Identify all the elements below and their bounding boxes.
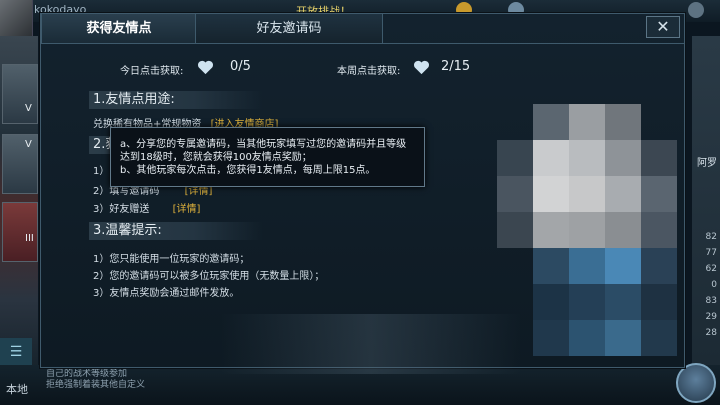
ship-card[interactable]: V (2, 64, 38, 124)
usage-section-title: 1.友情点用途: (89, 91, 263, 109)
week-clicks-label: 本周点击获取: (337, 66, 401, 77)
obtain-item-prefix: 1） (93, 166, 110, 177)
gift-details-link[interactable]: [详情] (173, 204, 201, 215)
ship-card-rank: V (25, 103, 32, 114)
chat-preview[interactable]: 自己的战术等级参加 拒绝强制着装其他自定义 (46, 369, 145, 391)
ship-silhouette (221, 314, 521, 374)
tips-section-title: 3.温馨提示: (89, 222, 263, 240)
ship-card[interactable]: III (2, 202, 38, 262)
character-portrait (497, 104, 713, 360)
heart-icon (198, 60, 213, 75)
tip-line: 2）您的邀请码可以被多位玩家使用（无数量上限）； (93, 271, 325, 282)
tab-get-friendship-points[interactable]: 获得友情点 (41, 14, 197, 44)
tab-friend-invite-code[interactable]: 好友邀请码 (195, 14, 383, 44)
tooltip-line: b、其他玩家每次点击，您获得1友情点，每周上限15点。 (120, 165, 376, 176)
player-avatar[interactable] (0, 0, 33, 36)
obtain-item: 3）好友赠送 [详情] (93, 200, 200, 215)
obtain-item-text: 好友赠送 (109, 204, 150, 215)
secretary-avatar[interactable] (676, 363, 716, 403)
anchor-icon[interactable] (688, 2, 704, 18)
ship-card-rank: III (25, 233, 34, 244)
list-icon[interactable]: ☰ (0, 338, 32, 366)
heart-icon (414, 60, 429, 75)
invite-code-details-link[interactable]: [详情] (185, 186, 213, 197)
left-fleet-panel: V V III (0, 36, 38, 366)
obtain-item-prefix: 2） (93, 186, 110, 197)
location-label: 本地 (6, 383, 28, 396)
week-clicks-value: 2/15 (441, 59, 471, 74)
ship-card-rank: V (25, 139, 32, 150)
today-clicks-value: 0/5 (230, 59, 251, 74)
friendship-points-dialog: 获得友情点 好友邀请码 ✕ 今日点击获取: 0/5 本周点击获取: 2/15 1… (40, 13, 685, 374)
tab-divider (381, 43, 684, 44)
invite-code-tooltip: a、分享您的专属邀请码，当其他玩家填写过您的邀请码并且等级 达到18级时，您就会… (110, 127, 425, 187)
tip-line: 1）您只能使用一位玩家的邀请码； (93, 254, 250, 265)
chat-line: 拒绝强制着装其他自定义 (46, 380, 146, 390)
close-icon[interactable]: ✕ (646, 16, 680, 38)
obtain-item-prefix: 3） (93, 204, 110, 215)
tab-bar: 获得友情点 好友邀请码 (41, 14, 684, 45)
ship-card[interactable]: V (2, 134, 38, 194)
today-clicks-label: 今日点击获取: (120, 66, 184, 77)
chat-line: 自己的战术等级参加 (46, 369, 128, 379)
tip-line: 3）友情点奖励会通过邮件发放。 (93, 288, 240, 299)
obtain-item-text: 填写邀请码 (109, 186, 160, 197)
obtain-item: 1） (93, 162, 109, 177)
